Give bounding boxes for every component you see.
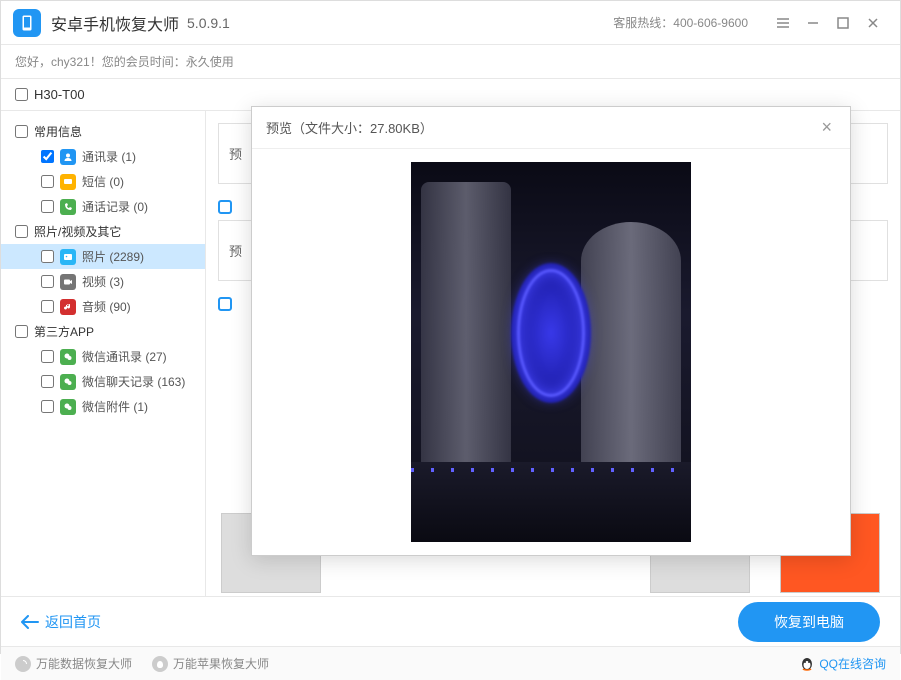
- wechat-chats-label: 微信聊天记录 (163): [82, 373, 185, 390]
- sidebar-item-calls[interactable]: 通话记录 (0): [1, 194, 205, 219]
- status-bar: 万能数据恢复大师 万能苹果恢复大师 QQ在线咨询: [1, 646, 900, 680]
- status-link-apple-recovery[interactable]: 万能苹果恢复大师: [152, 655, 269, 672]
- wechat-files-label: 微信附件 (1): [82, 398, 148, 415]
- sidebar-item-sms[interactable]: 短信 (0): [1, 169, 205, 194]
- wechat-chats-checkbox[interactable]: [41, 375, 54, 388]
- sms-icon: [60, 174, 76, 190]
- back-label: 返回首页: [45, 612, 101, 632]
- apple-icon: [152, 656, 168, 672]
- restore-button[interactable]: 恢复到电脑: [738, 602, 880, 642]
- group-common-label: 常用信息: [34, 123, 82, 140]
- wechat-contacts-label: 微信通讯录 (27): [82, 348, 167, 365]
- sidebar-item-contacts[interactable]: 通讯录 (1): [1, 144, 205, 169]
- calls-icon: [60, 199, 76, 215]
- group-media[interactable]: 照片/视频及其它: [1, 219, 205, 244]
- app-version: 5.0.9.1: [187, 15, 230, 31]
- bottom-bar: 返回首页 恢复到电脑: [1, 596, 900, 646]
- sidebar-item-photos[interactable]: 照片 (2289): [1, 244, 205, 269]
- app-logo-icon: [13, 9, 41, 37]
- group-thirdparty-checkbox[interactable]: [15, 325, 28, 338]
- wechat-icon: [60, 374, 76, 390]
- audio-icon: [60, 299, 76, 315]
- sidebar-item-audio[interactable]: 音频 (90): [1, 294, 205, 319]
- calls-label: 通话记录 (0): [82, 198, 148, 215]
- videos-label: 视频 (3): [82, 273, 124, 290]
- modal-body: [252, 149, 850, 555]
- qq-icon: [799, 656, 815, 672]
- qq-label: QQ在线咨询: [819, 655, 886, 672]
- hotline-text: 客服热线：400-606-9600: [613, 14, 748, 31]
- group-media-label: 照片/视频及其它: [34, 223, 121, 240]
- preview-modal: 预览（文件大小：27.80KB） ×: [251, 106, 851, 556]
- blue-checkbox-icon[interactable]: [218, 200, 232, 214]
- contacts-icon: [60, 149, 76, 165]
- minimize-button[interactable]: [798, 8, 828, 38]
- group-thirdparty[interactable]: 第三方APP: [1, 319, 205, 344]
- status-link-data-recovery[interactable]: 万能数据恢复大师: [15, 655, 132, 672]
- greeting-text: 您好，chy321！您的会员时间：永久使用: [1, 45, 900, 79]
- sms-checkbox[interactable]: [41, 175, 54, 188]
- videos-icon: [60, 274, 76, 290]
- maximize-button[interactable]: [828, 8, 858, 38]
- audio-checkbox[interactable]: [41, 300, 54, 313]
- wechat-contacts-checkbox[interactable]: [41, 350, 54, 363]
- sidebar: 常用信息 通讯录 (1) 短信 (0) 通话记录 (0) 照片/视频及其它 照片…: [1, 111, 206, 596]
- photos-checkbox[interactable]: [41, 250, 54, 263]
- group-common-checkbox[interactable]: [15, 125, 28, 138]
- titlebar: 安卓手机恢复大师 5.0.9.1 客服热线：400-606-9600: [1, 1, 900, 45]
- group-thirdparty-label: 第三方APP: [34, 323, 94, 340]
- blue-checkbox-icon[interactable]: [218, 297, 232, 311]
- modal-close-button[interactable]: ×: [817, 117, 836, 138]
- audio-label: 音频 (90): [82, 298, 131, 315]
- back-button[interactable]: 返回首页: [21, 612, 101, 632]
- contacts-label: 通讯录 (1): [82, 148, 136, 165]
- sidebar-item-wechat-contacts[interactable]: 微信通讯录 (27): [1, 344, 205, 369]
- modal-header: 预览（文件大小：27.80KB） ×: [252, 107, 850, 149]
- app-title: 安卓手机恢复大师: [51, 11, 179, 35]
- photos-icon: [60, 249, 76, 265]
- group-common[interactable]: 常用信息: [1, 119, 205, 144]
- modal-title: 预览（文件大小：27.80KB）: [266, 118, 433, 137]
- preview-image: [411, 162, 691, 542]
- sidebar-item-wechat-files[interactable]: 微信附件 (1): [1, 394, 205, 419]
- wechat-icon: [60, 349, 76, 365]
- recycle-icon: [15, 656, 31, 672]
- status-label-1: 万能数据恢复大师: [36, 655, 132, 672]
- qq-support-link[interactable]: QQ在线咨询: [799, 655, 886, 672]
- group-media-checkbox[interactable]: [15, 225, 28, 238]
- sidebar-item-videos[interactable]: 视频 (3): [1, 269, 205, 294]
- sidebar-item-wechat-chats[interactable]: 微信聊天记录 (163): [1, 369, 205, 394]
- videos-checkbox[interactable]: [41, 275, 54, 288]
- photos-label: 照片 (2289): [82, 248, 144, 265]
- sms-label: 短信 (0): [82, 173, 124, 190]
- wechat-icon: [60, 399, 76, 415]
- close-button[interactable]: [858, 8, 888, 38]
- wechat-files-checkbox[interactable]: [41, 400, 54, 413]
- calls-checkbox[interactable]: [41, 200, 54, 213]
- contacts-checkbox[interactable]: [41, 150, 54, 163]
- menu-button[interactable]: [768, 8, 798, 38]
- device-name: H30-T00: [34, 87, 85, 102]
- device-checkbox[interactable]: [15, 88, 28, 101]
- status-label-2: 万能苹果恢复大师: [173, 655, 269, 672]
